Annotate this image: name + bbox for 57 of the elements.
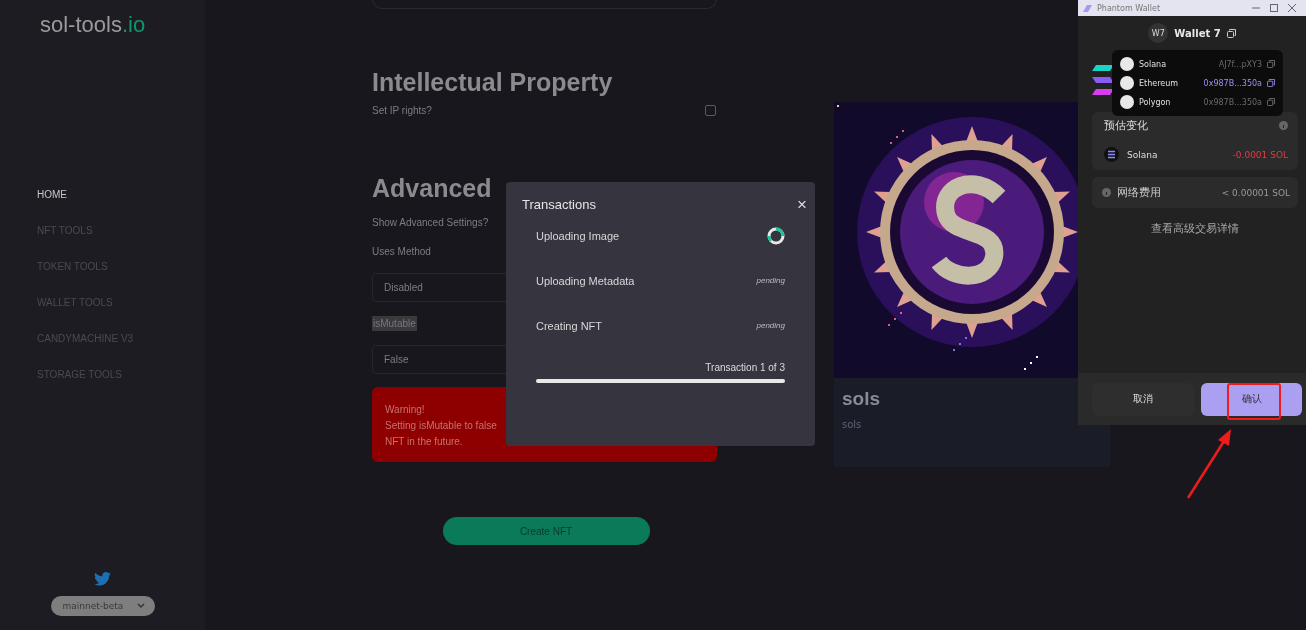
- chain-icon: [1120, 95, 1134, 109]
- section-heading: Advanced: [372, 173, 492, 203]
- solana-logo-icon: [1092, 63, 1114, 97]
- chain-address[interactable]: 0x987B...350a: [1203, 97, 1262, 107]
- token-name: Solana: [1127, 149, 1159, 160]
- spinner-icon: [767, 226, 785, 245]
- field-label: Set IP rights?: [372, 105, 432, 116]
- account-avatar[interactable]: W7: [1148, 23, 1169, 43]
- section-title: 预估变化: [1104, 118, 1148, 133]
- cancel-button[interactable]: 取消: [1092, 382, 1194, 416]
- minimize-icon[interactable]: [1252, 4, 1260, 12]
- fee-label: 网络费用: [1117, 185, 1162, 200]
- chain-name: Polygon: [1139, 97, 1172, 107]
- chain-name: Ethereum: [1139, 78, 1180, 88]
- copy-icon[interactable]: [1267, 79, 1275, 87]
- warning-text: Warning!: [385, 403, 425, 416]
- warning-text: Setting isMutable to false: [385, 419, 497, 432]
- chain-name: Solana: [1139, 59, 1168, 69]
- dialog-title: Transactions: [522, 197, 596, 212]
- token-icon: [1104, 147, 1119, 162]
- details-link[interactable]: 查看高级交易详情: [1151, 221, 1239, 236]
- step-label: Creating NFT: [536, 319, 603, 332]
- nft-title: sols: [842, 388, 881, 410]
- step-label: Uploading Image: [536, 229, 620, 242]
- chain-address[interactable]: 0x987B...350a: [1203, 78, 1262, 88]
- section-heading: Intellectual Property: [372, 67, 613, 97]
- window-title: Phantom Wallet: [1097, 3, 1161, 13]
- warning-text: NFT in the future.: [385, 435, 463, 448]
- chevron-icon: [136, 603, 145, 609]
- nft-description: sols: [842, 419, 862, 430]
- checkbox[interactable]: [705, 105, 716, 116]
- fee-amount: < 0.00001 SOL: [1221, 187, 1290, 198]
- field-label: Uses Method: [372, 246, 431, 257]
- ghost-icon: [1082, 3, 1093, 13]
- chain-address[interactable]: AJ7f...pXY3: [1218, 59, 1262, 69]
- status-text: pending: [756, 276, 785, 285]
- nav-link[interactable]: HOME: [37, 189, 205, 200]
- highlight-frame: [1227, 383, 1281, 420]
- chain-icon: [1120, 57, 1134, 71]
- chain-icon: [1120, 76, 1134, 90]
- info-icon[interactable]: [1279, 121, 1288, 130]
- account-name[interactable]: Wallet 7: [1174, 27, 1221, 39]
- amount-text: -0.0001 SOL: [1232, 149, 1288, 160]
- bird-icon[interactable]: [94, 572, 111, 586]
- network-select[interactable]: mainnet-beta: [50, 596, 155, 616]
- field-label: Show Advanced Settings?: [372, 217, 489, 228]
- copy-icon[interactable]: [1226, 28, 1236, 38]
- maximize-icon[interactable]: [1270, 4, 1278, 12]
- logo[interactable]: sol-tools.io: [40, 12, 205, 38]
- info-icon[interactable]: [1102, 188, 1111, 197]
- close-icon[interactable]: [1288, 4, 1296, 12]
- confirm-button[interactable]: 确认: [1201, 382, 1302, 416]
- progress-text: Transaction 1 of 3: [705, 362, 785, 373]
- field-label: isMutable: [372, 316, 417, 331]
- close-button[interactable]: ×: [797, 196, 807, 213]
- status-text: pending: [756, 321, 785, 330]
- step-label: Uploading Metadata: [536, 274, 635, 287]
